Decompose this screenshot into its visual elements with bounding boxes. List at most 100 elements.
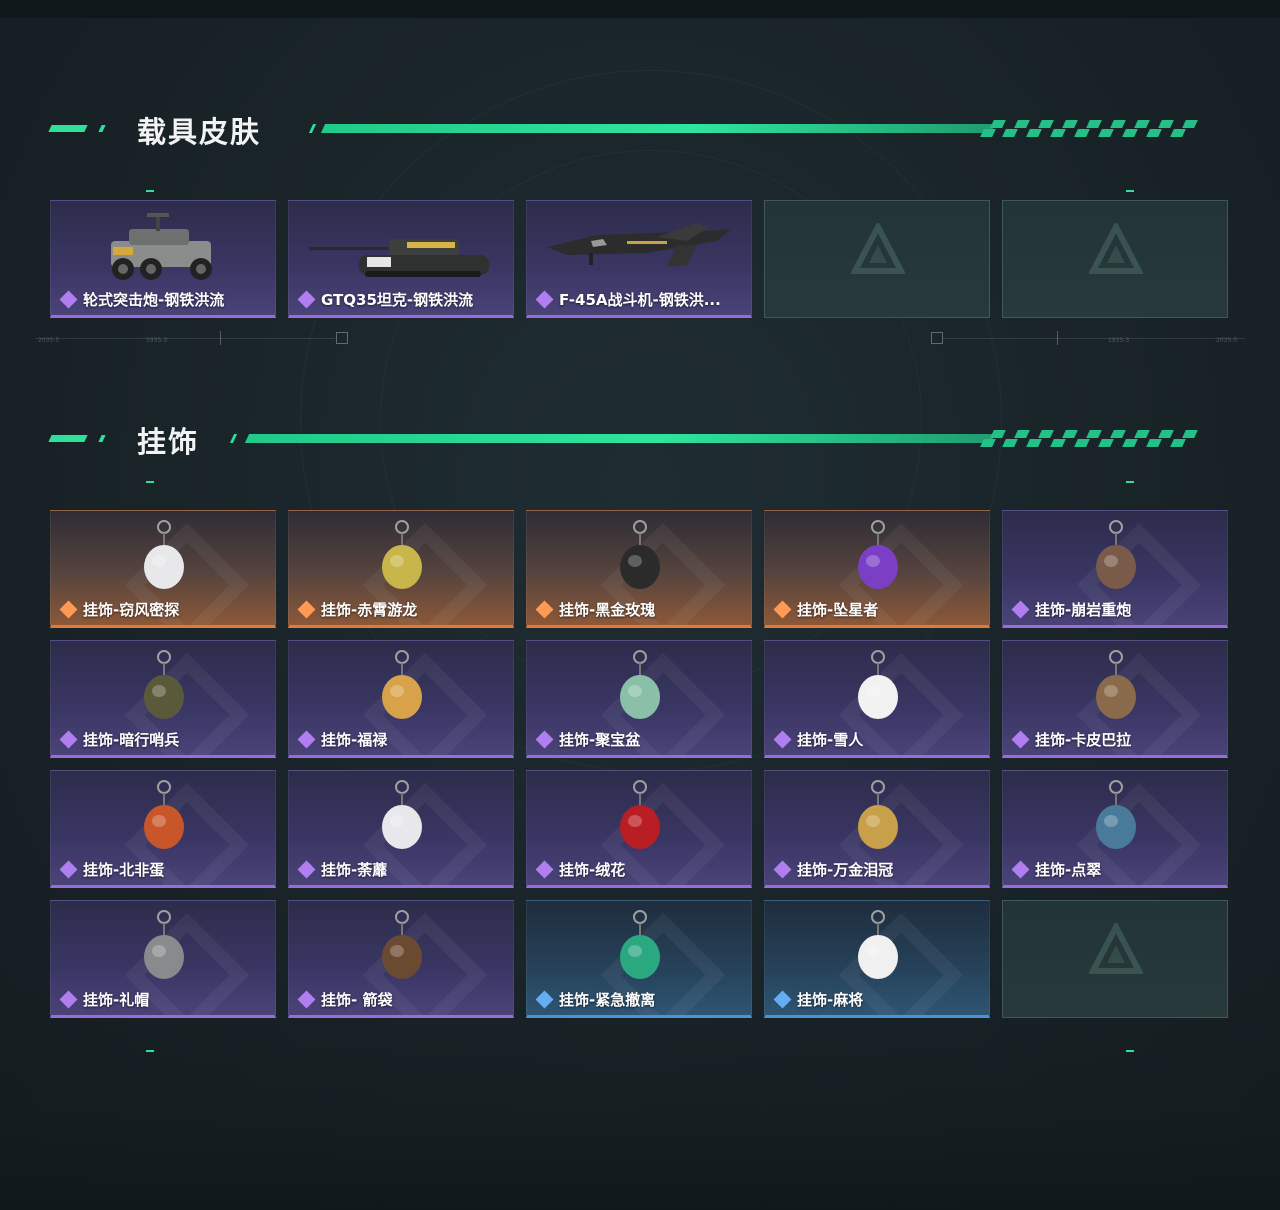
empty-slot [1002,200,1228,318]
rarity-gem-icon [773,600,792,618]
timeline-square [931,332,943,344]
charm-mahjong-icon [858,910,898,979]
item-card[interactable]: 挂饰-北非蛋 [50,770,276,888]
placeholder-logo-icon [851,223,905,274]
item-card[interactable]: 挂饰-窃风密探 [50,510,276,628]
item-card[interactable]: 挂饰-暗行哨兵 [50,640,276,758]
rarity-gem-icon [1011,860,1030,878]
item-label: 挂饰-荼蘼 [321,861,388,879]
item-label: 挂饰-卡皮巴拉 [1035,731,1132,749]
item-card[interactable]: 轮式突击炮-钢铁洪流 [50,200,276,318]
item-label: 挂饰-福禄 [321,731,388,749]
timeline-decor [35,338,335,339]
header-accent-bar [48,125,88,132]
item-card[interactable]: 挂饰-卡皮巴拉 [1002,640,1228,758]
charm-snowman-icon [858,650,898,719]
empty-slot [764,200,990,318]
item-label: 轮式突击炮-钢铁洪流 [83,291,225,309]
corner-tick [146,190,154,192]
timeline-mark [220,331,221,345]
item-card[interactable]: 挂饰-点翠 [1002,770,1228,888]
section-header-charms: 挂饰 [0,418,1280,459]
item-label: 挂饰-点翠 [1035,861,1102,879]
charm-kingfisher-icon [1096,780,1136,849]
charm-capybara-icon [1096,650,1136,719]
header-line-tick [308,124,317,133]
header-accent-tick [98,125,106,132]
charm-shakshuka-icon [144,780,184,849]
rarity-gem-icon [59,730,78,748]
rarity-gem-icon [297,860,316,878]
rarity-gem-icon [297,290,316,308]
item-card[interactable]: 挂饰-雪人 [764,640,990,758]
item-label: 挂饰-聚宝盆 [559,731,641,749]
header-accent-bar [48,435,88,442]
rarity-gem-icon [297,990,316,1008]
rarity-gem-icon [59,290,78,308]
item-card[interactable]: 挂饰-黑金玫瑰 [526,510,752,628]
charm-rabbit-detective-icon [144,520,184,589]
rarity-gem-icon [773,990,792,1008]
header-checker-pattern [980,120,1200,138]
rarity-gem-icon [535,860,554,878]
item-label: GTQ35坦克-钢铁洪流 [321,291,474,309]
charm-dragon-icon [382,520,422,589]
timeline-decor [943,338,1245,339]
timeline-mark [1057,331,1058,345]
charm-emergency-exit-icon [620,910,660,979]
corner-tick [1126,1050,1134,1052]
item-label: 挂饰-紧急撤离 [559,991,656,1009]
item-label: 挂饰-暗行哨兵 [83,731,180,749]
rarity-gem-icon [535,990,554,1008]
rarity-gem-icon [1011,730,1030,748]
charm-gourd-icon [382,650,422,719]
timeline-label: 2035-5 [1216,337,1238,344]
item-card[interactable]: 挂饰-麻将 [764,900,990,1018]
rarity-gem-icon [59,990,78,1008]
fighter-jet-image [547,223,731,267]
item-label: 挂饰- 箭袋 [321,991,393,1009]
header-accent-tick [98,435,106,442]
charm-red-flower-icon [620,780,660,849]
item-label: 挂饰-坠星者 [797,601,879,619]
item-label: F-45A战斗机-钢铁洪... [559,291,721,309]
corner-tick [146,1050,154,1052]
empty-slot [1002,900,1228,1018]
charm-golden-crown-icon [858,780,898,849]
header-line [320,124,996,133]
section-header-vehicle: 载具皮肤 [0,108,1280,149]
corner-tick [146,481,154,483]
corner-tick [1126,481,1134,483]
timeline-label: 1935-3 [146,337,168,344]
header-checker-pattern [980,430,1200,448]
top-band [0,0,1280,18]
item-card[interactable]: 挂饰-荼蘼 [288,770,514,888]
charm-rock-gunner-icon [1096,520,1136,589]
item-card[interactable]: GTQ35坦克-钢铁洪流 [288,200,514,318]
timeline-label: 2035-5 [38,337,60,344]
item-card[interactable]: 挂饰-绒花 [526,770,752,888]
item-card[interactable]: 挂饰-礼帽 [50,900,276,1018]
rarity-gem-icon [297,600,316,618]
item-card[interactable]: 挂饰- 箭袋 [288,900,514,1018]
rarity-gem-icon [59,860,78,878]
rarity-gem-icon [1011,600,1030,618]
item-card[interactable]: 挂饰-福禄 [288,640,514,758]
item-card[interactable]: 挂饰-紧急撤离 [526,900,752,1018]
item-card[interactable]: 挂饰-崩岩重炮 [1002,510,1228,628]
item-label: 挂饰-窃风密探 [83,601,180,619]
item-card[interactable]: 挂饰-坠星者 [764,510,990,628]
item-card[interactable]: 挂饰-赤霄游龙 [288,510,514,628]
item-card[interactable]: 挂饰-万金泪冠 [764,770,990,888]
item-label: 挂饰-黑金玫瑰 [559,601,656,619]
item-card[interactable]: 挂饰-聚宝盆 [526,640,752,758]
charm-sentinel-icon [144,650,184,719]
item-label: 挂饰-崩岩重炮 [1035,601,1132,619]
item-label: 挂饰-万金泪冠 [797,861,894,879]
timeline-square [336,332,348,344]
item-label: 挂饰-北非蛋 [83,861,165,879]
rarity-gem-icon [297,730,316,748]
charm-white-flower-icon [382,780,422,849]
item-card[interactable]: F-45A战斗机-钢铁洪... [526,200,752,318]
rarity-gem-icon [535,730,554,748]
